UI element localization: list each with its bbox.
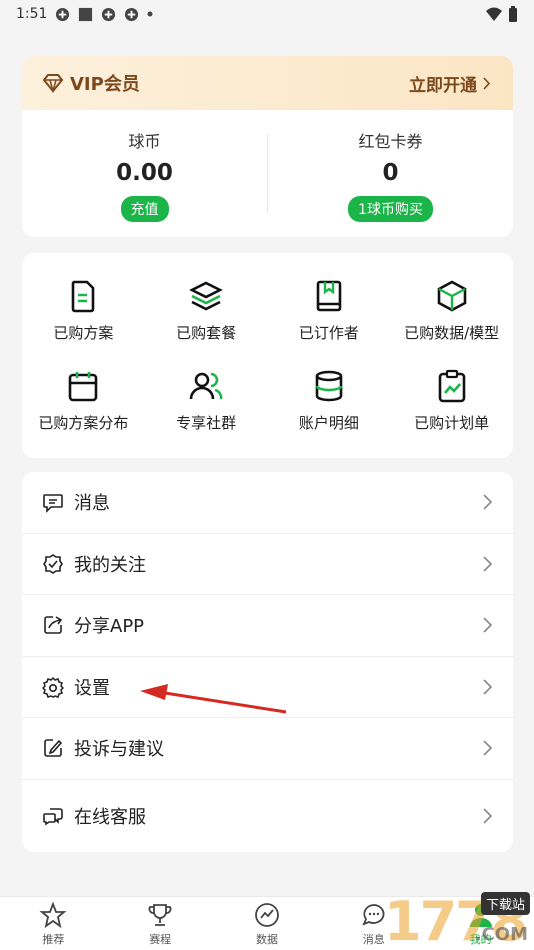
settings-list: 消息 我的关注 分享APP 设置 投诉与建议 在线客服 [22,472,513,852]
coupons-value: 0 [382,160,399,186]
grid-label: 已购方案 [53,323,114,342]
tab-label: 我的 [469,932,492,946]
vip-open-button[interactable]: 立即开通 [409,71,491,96]
users-icon [189,372,223,400]
coins-column: 球币 0.00 充值 [22,110,267,237]
coupons-label: 红包卡券 [358,132,423,151]
menu-label: 我的关注 [74,554,146,576]
menu-label: 设置 [74,677,110,699]
tab-label: 消息 [362,932,385,946]
grid-item-subscribed-authors[interactable]: 已订作者 [268,265,391,356]
share-icon [44,616,63,635]
wifi-icon [486,7,502,21]
bottom-tab-bar: 推荐 赛程 数据 消息 我的 [0,896,534,950]
grid-label: 已购方案分布 [38,414,129,433]
menu-item-share-app[interactable]: 分享APP [22,595,513,657]
menu-label: 在线客服 [74,806,146,828]
tab-label: 推荐 [42,932,65,946]
chevron-right-icon [483,556,493,572]
grid-item-account-details[interactable]: 账户明细 [268,356,391,447]
cube-icon [437,280,466,312]
notification-app-icon [56,7,70,21]
purchases-grid: 已购方案 已购套餐 已订作者 已购数据/模型 已购方案分布 专享社群 账户明细 … [22,253,513,458]
tab-schedule[interactable]: 赛程 [107,897,214,950]
menu-item-feedback[interactable]: 投诉与建议 [22,718,513,780]
menu-item-following[interactable]: 我的关注 [22,534,513,595]
vip-title: VIP会员 [70,74,140,95]
menu-item-online-service[interactable]: 在线客服 [22,780,513,852]
tab-label: 数据 [255,932,278,946]
grid-label: 已购套餐 [176,323,237,342]
trophy-icon [148,903,172,926]
grid-label: 已订作者 [298,323,359,342]
check-badge-icon [43,553,63,574]
status-time: 1:51 [16,6,48,22]
grid-item-purchased-plan-sheets[interactable]: 已购计划单 [390,356,513,447]
chevron-right-icon [483,807,493,824]
grid-item-exclusive-community[interactable]: 专享社群 [145,356,268,447]
tab-mine[interactable]: 我的 [427,897,534,950]
menu-label: 分享APP [74,616,145,638]
grid-label: 账户明细 [298,414,359,433]
document-icon [72,280,95,313]
coins-value: 0.00 [116,160,173,186]
chevron-right-icon [483,679,493,695]
vip-open-label: 立即开通 [409,75,477,96]
grid-item-purchased-packages[interactable]: 已购套餐 [145,265,268,356]
edit-icon [44,739,63,758]
notification-app-icon-3 [125,7,139,21]
message-icon [43,494,63,514]
chart-circle-icon [255,902,279,927]
tab-messages[interactable]: 消息 [320,897,427,950]
grid-item-plan-distribution[interactable]: 已购方案分布 [22,356,145,447]
coins-label: 球币 [128,132,161,151]
menu-label: 消息 [74,493,110,515]
person-icon [469,903,492,927]
calendar-icon [69,372,98,402]
grid-label: 专享社群 [176,414,237,433]
vip-wallet-card: VIP会员 立即开通 球币 0.00 充值 红包卡券 0 1球币购买 [22,56,513,237]
chevron-right-icon [483,76,491,90]
bookmark-book-icon [316,280,342,312]
recharge-button[interactable]: 充值 [120,196,169,222]
grid-label: 已购数据/模型 [404,323,500,342]
gear-icon [42,676,64,698]
more-dot-icon [147,11,153,17]
coupons-column: 红包卡券 0 1球币购买 [268,110,513,237]
battery-icon [509,6,517,22]
tab-data[interactable]: 数据 [214,897,321,950]
grid-item-purchased-plans[interactable]: 已购方案 [22,265,145,356]
star-icon [39,900,67,928]
menu-label: 投诉与建议 [74,739,164,761]
grid-item-purchased-data-models[interactable]: 已购数据/模型 [390,265,513,356]
chevron-right-icon [483,617,493,633]
clipboard-chart-icon [438,370,465,403]
chat-bubble-icon [362,903,385,926]
notification-square-icon [79,7,93,21]
chat-icon [43,807,63,825]
menu-item-messages[interactable]: 消息 [22,472,513,534]
buy-coupon-button[interactable]: 1球币购买 [348,196,433,222]
status-bar: 1:51 [0,0,534,28]
chevron-right-icon [483,740,493,756]
wallet-section: 球币 0.00 充值 红包卡券 0 1球币购买 [22,110,513,237]
tab-label: 赛程 [149,932,172,946]
chevron-right-icon [483,494,493,510]
notification-app-icon-2 [102,7,116,21]
layers-icon [189,281,224,311]
tab-recommend[interactable]: 推荐 [0,897,107,950]
menu-item-settings[interactable]: 设置 [22,657,513,718]
vip-banner[interactable]: VIP会员 立即开通 [22,56,513,110]
diamond-icon [42,74,64,93]
grid-label: 已购计划单 [414,414,490,433]
database-icon [315,370,343,402]
